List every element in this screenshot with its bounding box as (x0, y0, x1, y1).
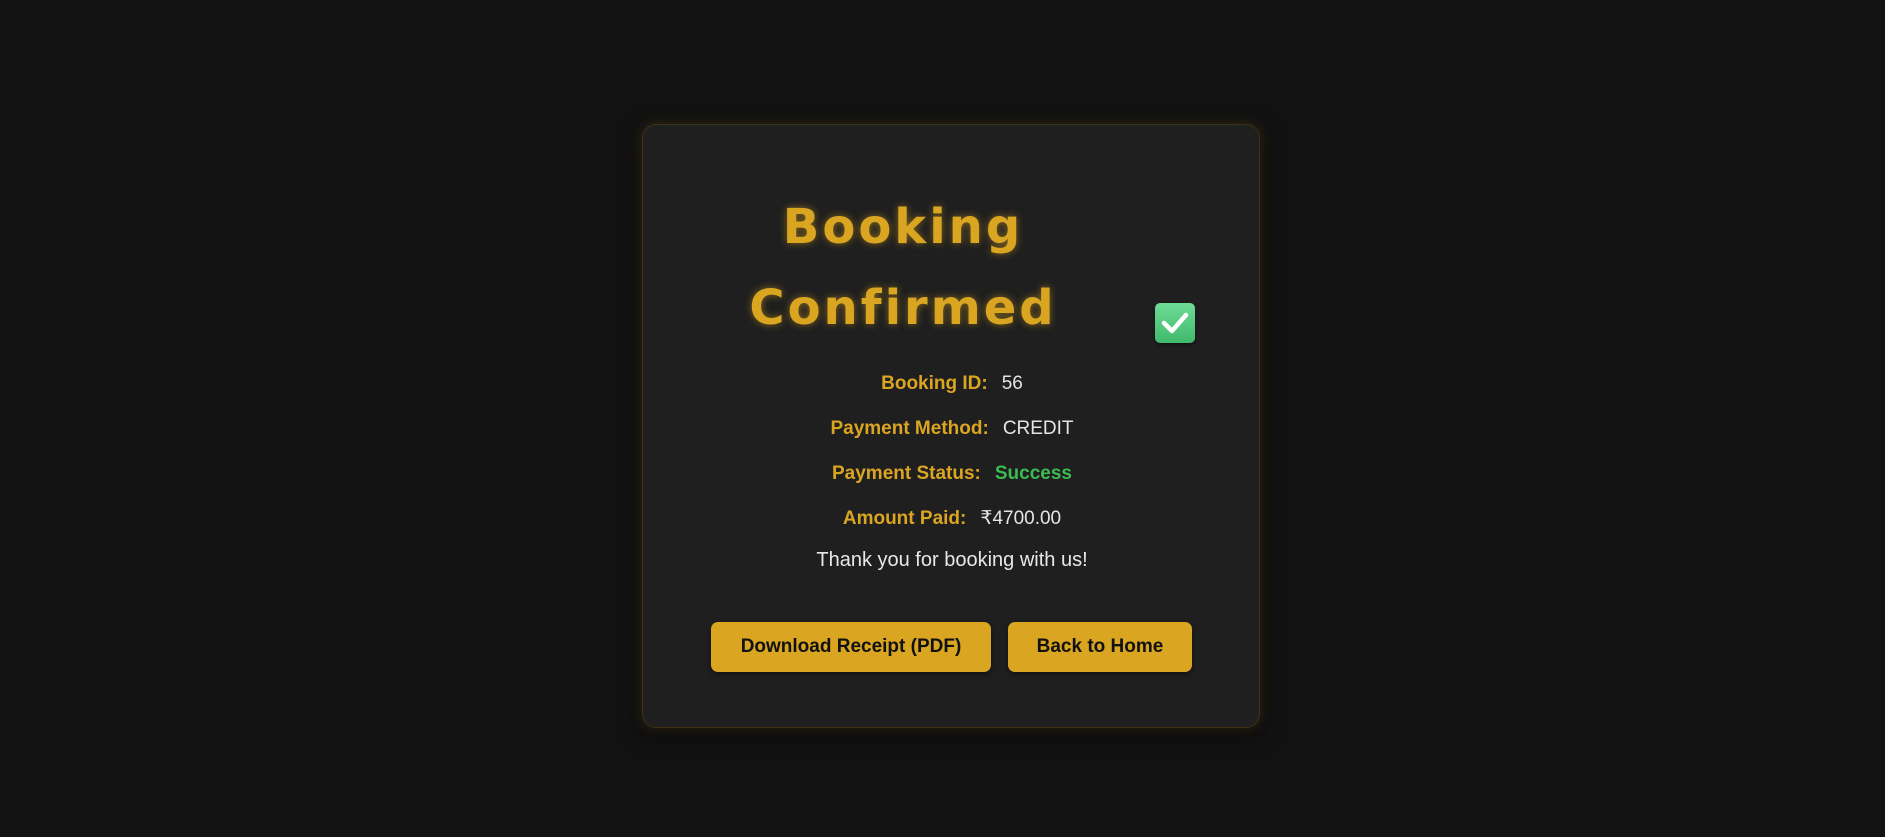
payment-status-row: Payment Status: Success (643, 451, 1261, 496)
payment-method-row: Payment Method: CREDIT (643, 406, 1261, 451)
check-mark-icon (1155, 303, 1195, 343)
thanks-message: Thank you for booking with us! (816, 549, 1088, 571)
payment-method-value: CREDIT (1002, 418, 1074, 439)
payment-method-label: Payment Method: (830, 418, 989, 439)
back-to-home-button[interactable]: Back to Home (1008, 622, 1192, 672)
payment-status-label: Payment Status: (832, 463, 981, 484)
amount-paid-row: Amount Paid: ₹4700.00 (643, 496, 1261, 541)
title-line-2: Confirmed (749, 280, 1057, 336)
amount-paid-value: ₹4700.00 (980, 508, 1062, 529)
confirmation-header: Booking Confirmed (643, 187, 1261, 347)
booking-id-label: Booking ID: (881, 373, 988, 394)
amount-paid-label: Amount Paid: (842, 508, 967, 529)
download-receipt-button[interactable]: Download Receipt (PDF) (711, 622, 991, 672)
title-line-1: Booking (782, 199, 1024, 255)
payment-status-value: Success (994, 463, 1072, 484)
booking-details: Booking ID: 56 Payment Method: CREDIT Paym… (643, 361, 1261, 541)
booking-id-row: Booking ID: 56 (643, 361, 1261, 406)
page-title: Booking Confirmed (743, 187, 1063, 349)
booking-confirmation-card: Booking Confirmed Booking ID: 56 Payment … (642, 124, 1260, 728)
booking-id-value: 56 (1001, 373, 1023, 394)
